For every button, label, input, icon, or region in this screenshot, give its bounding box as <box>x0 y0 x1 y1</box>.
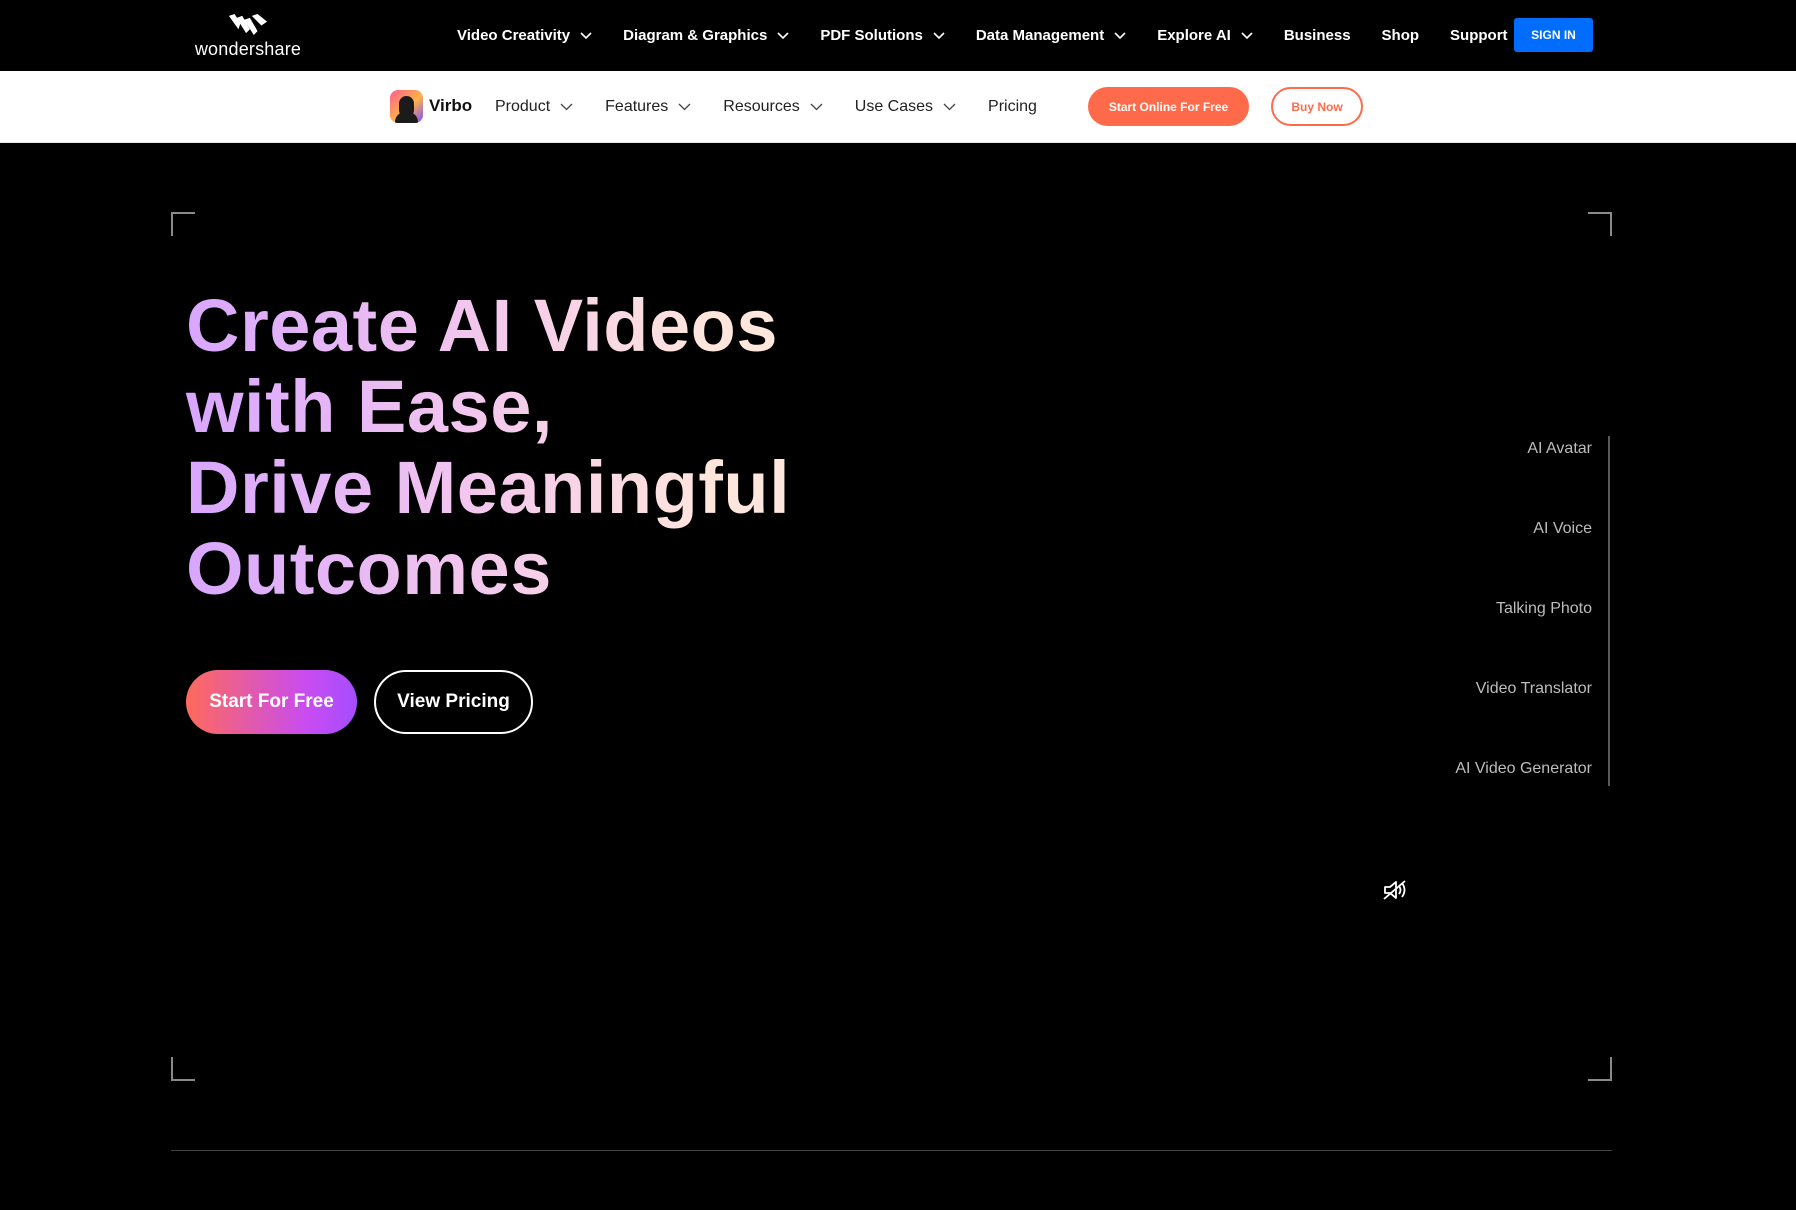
chevron-down-icon <box>777 31 789 39</box>
wondershare-wordmark: wondershare <box>194 39 302 59</box>
chevron-down-icon <box>580 31 592 39</box>
frame-corner-bottom-right <box>1588 1057 1612 1081</box>
headline-line: Outcomes <box>186 527 552 610</box>
hero-headline: Create AI Videos with Ease, Drive Meanin… <box>186 285 886 609</box>
product-menu-pricing[interactable]: Pricing <box>988 98 1037 116</box>
feature-item-ai-avatar[interactable]: AI Avatar <box>1380 436 1592 516</box>
feature-rail <box>1608 436 1610 786</box>
global-menu-video-creativity[interactable]: Video Creativity <box>457 27 592 44</box>
chevron-down-icon <box>1114 31 1126 39</box>
section-divider <box>171 1150 1612 1151</box>
product-menu-label: Pricing <box>988 98 1037 115</box>
virbo-logo-icon[interactable] <box>390 90 423 123</box>
product-menu-use-cases[interactable]: Use Cases <box>855 98 956 116</box>
global-menu-label: Support <box>1450 27 1508 44</box>
feature-item-video-translator[interactable]: Video Translator <box>1380 676 1592 756</box>
global-menu-pdf-solutions[interactable]: PDF Solutions <box>820 27 945 44</box>
global-menu-label: Diagram & Graphics <box>623 27 768 44</box>
start-online-free-button[interactable]: Start Online For Free <box>1088 87 1249 126</box>
headline-line: with Ease, <box>186 365 553 448</box>
global-menu-label: Explore AI <box>1157 27 1231 44</box>
headline-line: Drive Meaningful <box>186 446 791 529</box>
global-menu-label: Video Creativity <box>457 27 571 44</box>
global-menu-explore-ai[interactable]: Explore AI <box>1157 27 1253 44</box>
feature-list: AI Avatar AI Voice Talking Photo Video T… <box>1380 436 1592 836</box>
product-menu: Product Features Resources Use Cases Pri… <box>495 71 1069 143</box>
chevron-down-icon <box>933 31 945 39</box>
global-menu-data-management[interactable]: Data Management <box>976 27 1126 44</box>
chevron-down-icon <box>810 103 823 111</box>
global-menu-business[interactable]: Business <box>1284 27 1351 44</box>
sign-in-button[interactable]: SIGN IN <box>1514 18 1593 52</box>
headline-line: Create AI Videos <box>186 284 779 367</box>
product-name[interactable]: Virbo <box>429 96 472 116</box>
chevron-down-icon <box>1241 31 1253 39</box>
buy-now-button[interactable]: Buy Now <box>1271 87 1363 126</box>
frame-corner-top-right <box>1588 212 1612 236</box>
chevron-down-icon <box>560 103 573 111</box>
global-menu-diagram-graphics[interactable]: Diagram & Graphics <box>623 27 789 44</box>
product-menu-label: Product <box>495 98 551 115</box>
frame-corner-top-left <box>171 212 195 236</box>
wondershare-logo[interactable]: wondershare <box>193 14 303 60</box>
global-menu-support[interactable]: Support <box>1450 27 1508 44</box>
product-menu-label: Features <box>605 98 669 115</box>
global-menu: Video Creativity Diagram & Graphics PDF … <box>457 0 1539 71</box>
feature-item-ai-video-generator[interactable]: AI Video Generator <box>1380 756 1592 836</box>
global-nav: wondershare Video Creativity Diagram & G… <box>0 0 1796 71</box>
product-menu-label: Use Cases <box>854 98 934 115</box>
feature-item-talking-photo[interactable]: Talking Photo <box>1380 596 1592 676</box>
view-pricing-button[interactable]: View Pricing <box>374 670 533 734</box>
product-menu-product[interactable]: Product <box>495 98 573 116</box>
chevron-down-icon <box>943 103 956 111</box>
product-menu-features[interactable]: Features <box>605 98 691 116</box>
frame-corner-bottom-left <box>171 1057 195 1081</box>
global-menu-label: PDF Solutions <box>820 27 923 44</box>
global-menu-label: Data Management <box>975 27 1105 44</box>
product-nav: Virbo Product Features Resources Use Cas… <box>0 71 1796 143</box>
global-menu-label: Business <box>1283 27 1351 44</box>
start-for-free-button[interactable]: Start For Free <box>186 670 357 734</box>
global-menu-label: Shop <box>1381 27 1420 44</box>
product-menu-resources[interactable]: Resources <box>723 98 823 116</box>
chevron-down-icon <box>678 103 691 111</box>
wondershare-mark-icon <box>228 14 268 35</box>
feature-item-ai-voice[interactable]: AI Voice <box>1380 516 1592 596</box>
global-menu-shop[interactable]: Shop <box>1382 27 1420 44</box>
speaker-muted-icon[interactable] <box>1382 878 1408 902</box>
product-menu-label: Resources <box>723 98 800 115</box>
